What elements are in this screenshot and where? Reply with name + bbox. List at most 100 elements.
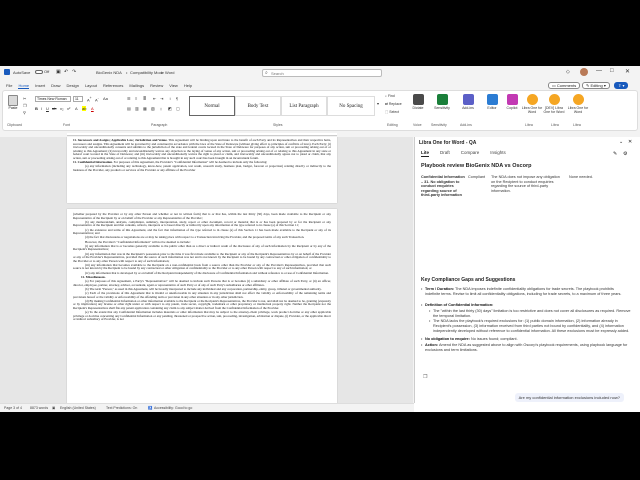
ribbon-button-editor[interactable]: Editor	[481, 94, 503, 110]
maximize-button[interactable]: □	[610, 68, 614, 74]
bold-button[interactable]: B	[35, 106, 38, 111]
subscript-button[interactable]: x₂	[60, 106, 64, 111]
tab-design[interactable]: Design	[66, 83, 78, 88]
proofing-icon[interactable]: ▣	[52, 406, 55, 410]
tab-draw[interactable]: Draw	[51, 83, 60, 88]
font-name-select[interactable]: Times New Roman	[35, 96, 71, 102]
pane-tab-insights[interactable]: Insights	[490, 150, 506, 157]
comments-button[interactable]: ▭ Comments	[548, 82, 581, 89]
select-button[interactable]: ⬚ Select	[385, 110, 399, 114]
highlight-icon[interactable]: ab	[82, 106, 87, 111]
superscript-button[interactable]: x²	[67, 106, 70, 111]
tab-help[interactable]: Help	[184, 83, 192, 88]
tab-mailings[interactable]: Mailings	[129, 83, 144, 88]
numbering-icon[interactable]: ≡	[135, 96, 137, 101]
replace-button[interactable]: ⇄ Replace	[385, 102, 402, 106]
font-size-select[interactable]: 11	[73, 96, 83, 102]
change-case-icon[interactable]: Aa	[103, 96, 108, 101]
format-painter-icon[interactable]: ⚲	[23, 110, 26, 115]
ribbon-button-dictate[interactable]: Dictate	[407, 94, 429, 110]
pane-options-icon[interactable]: ⌄	[619, 139, 623, 145]
accessibility-status[interactable]: Accessibility: Good to go	[154, 406, 192, 410]
editing-mode-button[interactable]: ✎ Editing ▾	[582, 82, 610, 89]
pane-tab-compare[interactable]: Compare	[461, 150, 480, 157]
cut-icon[interactable]: ✂	[23, 96, 26, 101]
language-status[interactable]: English (United States)	[60, 406, 96, 410]
tab-references[interactable]: References	[103, 83, 123, 88]
font-color-icon[interactable]: A	[91, 106, 94, 111]
pane-tab-draft[interactable]: Draft	[440, 150, 450, 157]
new-chat-icon[interactable]: ✎	[613, 151, 617, 157]
align-center-icon[interactable]: ▥	[135, 106, 139, 111]
redo-icon[interactable]: ↷	[72, 69, 76, 75]
ribbon-button-libra-one-for-word[interactable]: Libra One for Word	[567, 94, 589, 114]
document-title[interactable]: BioGenix NDA	[96, 70, 122, 75]
save-icon[interactable]: ▣	[56, 69, 61, 75]
borders-icon[interactable]: ▢	[176, 106, 180, 111]
document-page-2[interactable]: (whether prepared by the Provider or by …	[67, 209, 337, 403]
ribbon-button-libra-one-for-word[interactable]: Libra One for Word	[521, 94, 543, 114]
justify-icon[interactable]: ▧	[151, 106, 155, 111]
tab-review[interactable]: Review	[150, 83, 163, 88]
horizontal-ruler[interactable]	[67, 133, 337, 136]
align-left-icon[interactable]: ▤	[127, 106, 131, 111]
pane-close-icon[interactable]: ✕	[628, 139, 632, 145]
decrease-indent-icon[interactable]: ⇤	[153, 96, 156, 101]
grow-font-icon[interactable]: A+	[87, 96, 92, 102]
page-count[interactable]: Page 3 of 4	[4, 406, 22, 410]
suggested-question-chip[interactable]: Are my confidential information exclusio…	[514, 393, 624, 402]
paragraph[interactable]: (e) To the extent that any Confidential …	[73, 310, 331, 322]
style-normal[interactable]: Normal	[189, 96, 235, 116]
undo-icon[interactable]: ↶	[64, 69, 68, 75]
copy-icon[interactable]: ❐	[23, 103, 27, 108]
strikethrough-button[interactable]: ab	[52, 106, 56, 111]
share-button[interactable]: ⇪ ▾	[614, 82, 629, 89]
shrink-font-icon[interactable]: A-	[95, 96, 99, 102]
styles-more-icon[interactable]: ▾	[377, 101, 379, 106]
tab-file[interactable]: File	[6, 83, 12, 88]
text-predictions-status[interactable]: Text Predictions: On	[106, 406, 137, 410]
style-list-paragraph[interactable]: List Paragraph	[281, 96, 327, 116]
close-button[interactable]: ✕	[625, 68, 630, 75]
pane-tab-lite[interactable]: Lite	[421, 150, 430, 157]
tab-view[interactable]: View	[169, 83, 178, 88]
style-no-spacing[interactable]: No Spacing	[327, 96, 375, 116]
ribbon-button-sensitivity[interactable]: Sensitivity	[431, 94, 453, 110]
ribbon-button-copilot[interactable]: Copilot	[501, 94, 523, 110]
ribbon-button--dev-libra-one-for-word[interactable]: [DEV] Libra One for Word	[543, 94, 565, 114]
search-input[interactable]: ⌕ Search	[262, 69, 382, 77]
align-right-icon[interactable]: ▦	[143, 106, 147, 111]
paragraph[interactable]: (b) any memorandum, analysis, compilatio…	[73, 220, 331, 228]
italic-button[interactable]: I	[41, 106, 42, 111]
avatar[interactable]	[580, 68, 588, 76]
copy-response-icon[interactable]: ❐	[423, 374, 427, 380]
paragraph[interactable]: 11. Successors and Assigns; Applicable L…	[73, 138, 331, 161]
autosave-toggle[interactable]: Off	[33, 69, 49, 74]
show-marks-icon[interactable]: ¶	[176, 96, 178, 101]
paragraph[interactable]: (d) By making Confidential Information o…	[73, 299, 331, 311]
text-effects-icon[interactable]: A	[75, 106, 78, 111]
word-count[interactable]: 8873 words	[30, 406, 48, 410]
underline-button[interactable]: U	[46, 106, 49, 111]
paragraph[interactable]: (iv) any information that is developed b…	[73, 271, 331, 276]
settings-icon[interactable]: ⚙	[623, 151, 627, 157]
document-canvas[interactable]: 11. Successors and Assigns; Applicable L…	[0, 137, 413, 403]
ribbon-button-add-ins[interactable]: Add-ins	[457, 94, 479, 110]
find-button[interactable]: ⌕ Find	[385, 94, 395, 98]
increase-indent-icon[interactable]: ⇥	[160, 96, 163, 101]
bullets-icon[interactable]: ☰	[127, 96, 131, 101]
tab-layout[interactable]: Layout	[85, 83, 97, 88]
minimize-button[interactable]: —	[596, 68, 602, 74]
tab-home[interactable]: Home	[18, 83, 30, 89]
tab-insert[interactable]: Insert	[35, 83, 45, 88]
line-spacing-icon[interactable]: ↨	[160, 106, 162, 111]
shading-icon[interactable]: ◩	[168, 106, 172, 111]
paragraph[interactable]: (ii) any information that was in the Rec…	[73, 252, 331, 264]
diamond-icon[interactable]: ◇	[566, 69, 570, 75]
paste-button[interactable]: Paste	[7, 95, 19, 110]
paragraph[interactable]: (iii) any information that becomes avail…	[73, 263, 331, 271]
multilevel-list-icon[interactable]: ≣	[143, 96, 146, 101]
paragraph[interactable]: (i) any information that is or becomes g…	[73, 244, 331, 252]
document-page-1[interactable]: 11. Successors and Assigns; Applicable L…	[67, 137, 337, 203]
style-body-text[interactable]: Body Text	[235, 96, 281, 116]
